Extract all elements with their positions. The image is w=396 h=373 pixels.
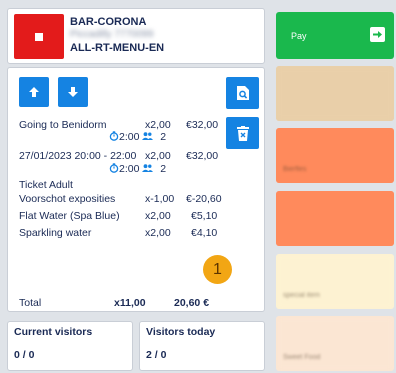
tile-background bbox=[276, 316, 394, 371]
product-tile[interactable]: Bierfles bbox=[276, 128, 394, 183]
item-name: Sparkling water bbox=[19, 227, 92, 239]
delete-item-button[interactable] bbox=[226, 117, 259, 149]
current-visitors-value: 0 / 0 bbox=[14, 349, 35, 361]
tile-background bbox=[276, 254, 394, 309]
tile-background bbox=[276, 128, 394, 183]
item-details: 2:00 2 bbox=[109, 131, 166, 143]
move-up-button[interactable] bbox=[19, 77, 49, 107]
visitors-today-label: Visitors today bbox=[146, 326, 216, 338]
item-name: Flat Water (Spa Blue) bbox=[19, 210, 120, 222]
visitors-today-value: 2 / 0 bbox=[146, 349, 167, 361]
item-duration: 2:00 bbox=[119, 131, 140, 143]
stop-icon bbox=[35, 32, 43, 41]
current-visitors-card: Current visitors 0 / 0 bbox=[7, 321, 133, 371]
product-tile[interactable]: special item bbox=[276, 254, 394, 309]
location-header: BAR-CORONA Piccadilly 7770099 ALL-RT-MEN… bbox=[7, 8, 265, 64]
item-amount: €5,10 bbox=[191, 210, 218, 222]
item-quantity: x2,00 bbox=[145, 150, 171, 162]
item-quantity: x2,00 bbox=[145, 210, 171, 222]
product-tile[interactable] bbox=[276, 191, 394, 246]
arrow-down-icon bbox=[68, 87, 78, 97]
current-visitors-label: Current visitors bbox=[14, 326, 93, 338]
item-quantity: x2,00 bbox=[145, 119, 171, 131]
people-icon bbox=[142, 132, 154, 140]
notification-badge[interactable]: 1 bbox=[203, 255, 232, 284]
item-name: 27/01/2023 20:00 - 22:00 bbox=[19, 150, 137, 162]
pay-button[interactable]: Pay bbox=[276, 12, 394, 59]
item-amount: €32,00 bbox=[186, 150, 219, 162]
stopwatch-icon bbox=[109, 131, 119, 141]
item-persons: 2 bbox=[160, 163, 167, 175]
item-amount: €4,10 bbox=[191, 227, 218, 239]
item-quantity: x2,00 bbox=[145, 227, 171, 239]
arrow-right-icon bbox=[370, 27, 385, 42]
arrow-up-icon bbox=[29, 87, 39, 97]
tile-background bbox=[276, 66, 394, 121]
item-name: Voorschot exposities bbox=[19, 193, 116, 205]
search-item-button[interactable] bbox=[226, 77, 259, 109]
visitors-today-card: Visitors today 2 / 0 bbox=[139, 321, 265, 371]
move-down-button[interactable] bbox=[58, 77, 88, 107]
item-details: 2:00 2 bbox=[109, 163, 166, 175]
tile-label: Bierfles bbox=[283, 166, 307, 173]
total-amount: 20,60 € bbox=[174, 297, 210, 309]
item-amount: €-20,60 bbox=[186, 193, 222, 205]
menu-name: ALL-RT-MENU-EN bbox=[70, 42, 165, 54]
stop-button[interactable] bbox=[14, 14, 64, 59]
item-name: Ticket Adult bbox=[19, 179, 73, 191]
tile-label: Sweet Food bbox=[283, 354, 321, 361]
people-icon bbox=[142, 164, 154, 172]
total-quantity: x11,00 bbox=[114, 297, 146, 309]
item-name: Going to Benidorm bbox=[19, 119, 107, 131]
item-duration: 2:00 bbox=[119, 163, 140, 175]
item-persons: 2 bbox=[160, 131, 167, 143]
item-amount: €32,00 bbox=[186, 119, 219, 131]
tile-background bbox=[276, 191, 394, 246]
item-quantity: x-1,00 bbox=[145, 193, 175, 205]
total-label: Total bbox=[19, 297, 42, 309]
location-address: Piccadilly 7770099 bbox=[70, 29, 154, 40]
location-name: BAR-CORONA bbox=[70, 16, 147, 28]
stopwatch-icon bbox=[109, 163, 119, 173]
pay-label: Pay bbox=[291, 31, 307, 41]
product-tile[interactable] bbox=[276, 66, 394, 121]
trash-icon bbox=[236, 125, 249, 141]
order-panel: Going to Benidorm x2,00 €32,00 2:00 2 27… bbox=[7, 67, 265, 312]
product-tile[interactable]: Sweet Food bbox=[276, 316, 394, 371]
search-document-icon bbox=[236, 86, 249, 100]
tile-label: special item bbox=[283, 292, 320, 299]
